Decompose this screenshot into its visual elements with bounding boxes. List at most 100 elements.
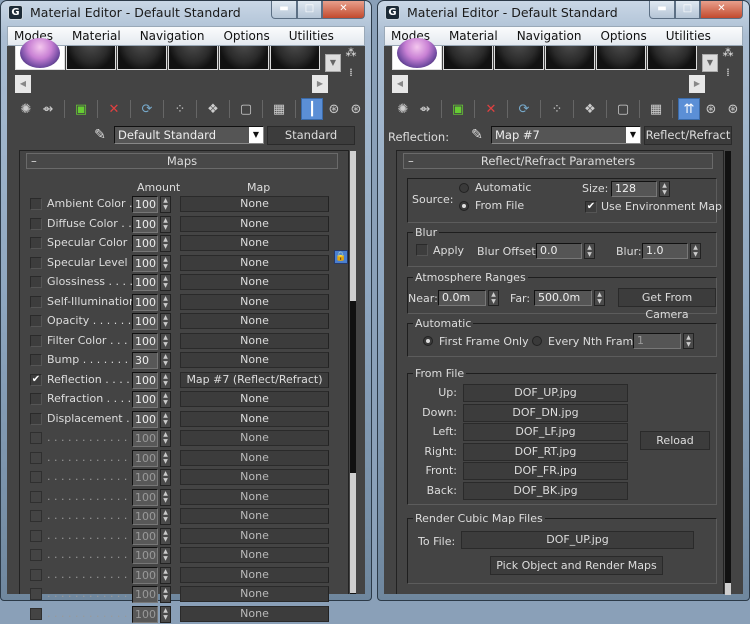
sample-type-icon[interactable]: ⁂ xyxy=(344,46,358,60)
map-slot-button[interactable]: None xyxy=(180,566,329,583)
copy-material-icon[interactable]: ⟳ xyxy=(136,98,158,120)
source-automatic-radio[interactable] xyxy=(459,183,469,193)
size-spinner[interactable]: ▲ ▼ xyxy=(659,181,670,197)
make-unique-icon[interactable]: ⁘ xyxy=(169,98,191,120)
file-slot-button[interactable]: DOF_FR.jpg xyxy=(463,462,628,480)
go-to-parent-icon[interactable]: ⊛ xyxy=(700,98,722,120)
map-amount-field[interactable]: 100 xyxy=(132,586,158,603)
map-enable-checkbox[interactable] xyxy=(30,217,42,230)
map-slot-button[interactable]: None xyxy=(180,293,329,310)
assign-material-icon[interactable]: ▣ xyxy=(447,98,469,120)
lock-icon[interactable]: 🔒 xyxy=(334,250,348,264)
size-field[interactable]: 128 xyxy=(611,181,657,197)
get-from-camera-button[interactable]: Get From Camera xyxy=(618,288,716,321)
map-amount-field[interactable]: 100 xyxy=(132,391,158,408)
map-slot-button[interactable]: None xyxy=(180,235,329,251)
map-slot-button[interactable]: None xyxy=(180,508,329,524)
map-amount-field[interactable]: 100 xyxy=(132,469,158,486)
sample-slot[interactable] xyxy=(219,46,269,70)
map-enable-checkbox[interactable] xyxy=(30,354,42,366)
map-amount-field[interactable]: 100 xyxy=(132,410,158,428)
sample-slot[interactable] xyxy=(545,46,595,70)
title-bar[interactable]: G Material Editor - Default Standard ▬ □… xyxy=(1,1,371,25)
map-enable-checkbox[interactable] xyxy=(30,471,42,483)
map-amount-field[interactable]: 100 xyxy=(132,196,158,213)
map-amount-spinner[interactable]: ▲ ▼ xyxy=(160,293,171,311)
file-slot-button[interactable]: DOF_LF.jpg xyxy=(463,423,628,441)
map-amount-field[interactable]: 30 xyxy=(132,352,158,369)
far-spinner[interactable]: ▲ ▼ xyxy=(594,290,605,306)
minimize-button[interactable]: ▬ xyxy=(271,1,297,19)
map-slot-button[interactable]: None xyxy=(180,391,329,407)
map-amount-spinner[interactable]: ▲ ▼ xyxy=(160,196,171,213)
go-to-parent-icon[interactable]: ⊛ xyxy=(323,98,345,120)
minimize-button[interactable]: ▬ xyxy=(649,1,675,19)
map-enable-checkbox[interactable] xyxy=(30,198,42,210)
map-amount-spinner[interactable]: ▲ ▼ xyxy=(160,274,171,291)
file-slot-button[interactable]: DOF_RT.jpg xyxy=(463,442,628,461)
rollout-scrollbar[interactable] xyxy=(725,151,731,595)
sample-slot[interactable] xyxy=(270,46,320,70)
sample-slot[interactable] xyxy=(596,46,646,70)
sample-type-icon[interactable]: ⁂ xyxy=(721,46,735,60)
show-map-icon[interactable]: ▦ xyxy=(645,98,667,120)
map-slot-button[interactable]: Map #7 (Reflect/Refract) xyxy=(180,371,329,388)
map-enable-checkbox[interactable] xyxy=(30,549,42,561)
map-slot-button[interactable]: None xyxy=(180,527,329,544)
far-field[interactable]: 500.0m xyxy=(534,290,592,306)
map-amount-spinner[interactable]: ▲ ▼ xyxy=(160,235,171,252)
map-amount-field[interactable]: 100 xyxy=(132,235,158,252)
map-enable-checkbox[interactable] xyxy=(30,510,42,522)
file-slot-button[interactable]: DOF_DN.jpg xyxy=(463,403,628,422)
map-enable-checkbox[interactable] xyxy=(30,295,42,308)
slots-dropdown-icon[interactable]: ▼ xyxy=(325,54,341,72)
map-amount-spinner[interactable]: ▲ ▼ xyxy=(160,410,171,428)
sample-slot[interactable] xyxy=(494,46,544,70)
nth-frame-field[interactable]: 1 xyxy=(633,333,681,349)
nth-frame-spinner[interactable]: ▲ ▼ xyxy=(683,333,694,349)
map-amount-spinner[interactable]: ▲ ▼ xyxy=(160,527,171,545)
menu-options[interactable]: Options xyxy=(598,29,648,43)
map-name-field[interactable]: Map #7 ▼ xyxy=(491,126,641,144)
map-amount-field[interactable]: 100 xyxy=(132,293,158,311)
sample-slot[interactable] xyxy=(117,46,167,70)
map-amount-field[interactable]: 100 xyxy=(132,547,158,564)
sample-slot[interactable] xyxy=(66,46,116,70)
file-slot-button[interactable]: DOF_UP.jpg xyxy=(463,384,628,402)
blur-apply-checkbox[interactable] xyxy=(416,244,428,256)
close-button[interactable]: ✕ xyxy=(700,1,743,19)
file-slot-button[interactable]: DOF_BK.jpg xyxy=(463,481,628,500)
eyedropper-icon[interactable]: ✎ xyxy=(468,127,486,145)
map-slot-button[interactable]: None xyxy=(180,274,329,290)
map-amount-field[interactable]: 100 xyxy=(132,508,158,525)
source-from-file-radio[interactable] xyxy=(459,201,469,211)
scroll-left-icon[interactable]: ◀ xyxy=(15,75,31,93)
map-amount-spinner[interactable]: ▲ ▼ xyxy=(160,352,171,369)
put-to-scene-icon[interactable]: ⇴ xyxy=(37,98,59,120)
map-enable-checkbox[interactable] xyxy=(30,490,42,503)
map-enable-checkbox[interactable] xyxy=(30,256,42,269)
map-amount-spinner[interactable]: ▲ ▼ xyxy=(160,371,171,389)
put-to-library-icon[interactable]: ❖ xyxy=(202,98,224,120)
map-enable-checkbox[interactable] xyxy=(30,588,42,600)
map-amount-field[interactable]: 100 xyxy=(132,313,158,330)
blur-amount-field[interactable]: 1.0 xyxy=(642,243,688,259)
go-forward-sibling-icon[interactable]: ⊛ xyxy=(722,98,744,120)
rollout-header[interactable]: – Reflect/Refract Parameters xyxy=(403,153,713,169)
map-type-button[interactable]: Reflect/Refract xyxy=(644,126,732,145)
map-slot-button[interactable]: None xyxy=(180,332,329,349)
map-slot-button[interactable]: None xyxy=(180,449,329,466)
put-to-scene-icon[interactable]: ⇴ xyxy=(414,98,436,120)
map-slot-button[interactable]: None xyxy=(180,313,329,329)
map-slot-button[interactable]: None xyxy=(180,547,329,563)
map-enable-checkbox[interactable] xyxy=(30,607,42,620)
map-enable-checkbox[interactable] xyxy=(30,412,42,425)
get-material-icon[interactable]: ✺ xyxy=(15,98,37,120)
slots-dropdown-icon[interactable]: ▼ xyxy=(702,54,718,72)
copy-material-icon[interactable]: ⟳ xyxy=(513,98,535,120)
map-enable-checkbox[interactable] xyxy=(30,451,42,464)
scroll-right-icon[interactable]: ▶ xyxy=(312,75,328,93)
map-slot-button[interactable]: None xyxy=(180,215,329,232)
chevron-down-icon[interactable]: ▼ xyxy=(249,127,263,143)
scroll-left-icon[interactable]: ◀ xyxy=(392,75,408,93)
